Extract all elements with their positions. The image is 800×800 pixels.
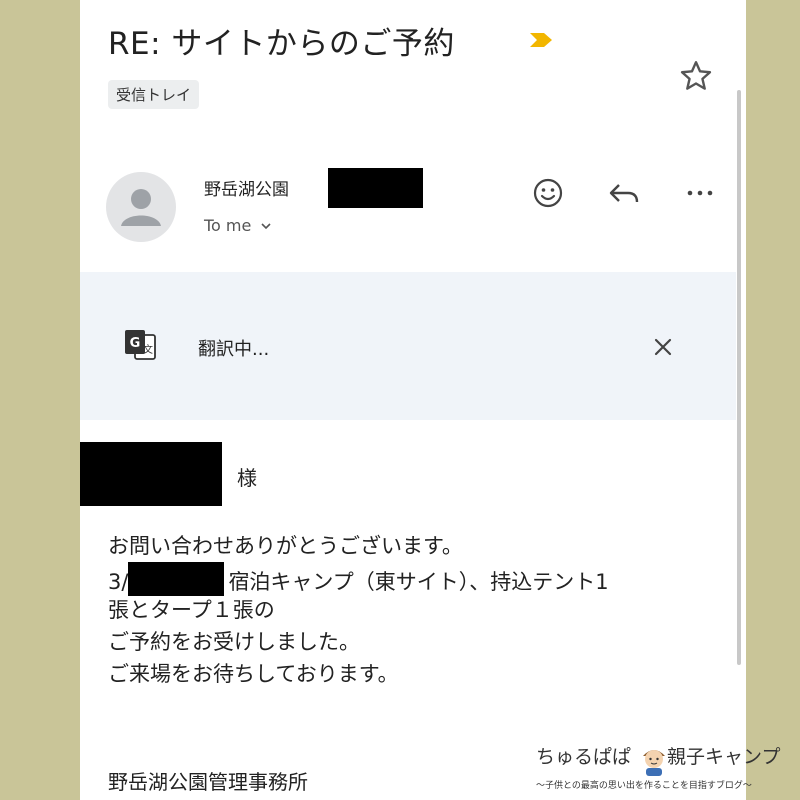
star-icon[interactable] — [678, 58, 714, 94]
sender-name: 野岳湖公園 — [204, 180, 289, 200]
recipient-line: To me — [204, 216, 252, 235]
watermark-title-right: 親子キャンプ — [667, 746, 781, 768]
recipient-honorific: 様 — [237, 466, 257, 490]
message-line: お問い合わせありがとうございます。 — [108, 534, 463, 558]
svg-text:G: G — [130, 336, 141, 351]
message-line: 張とタープ１張の — [108, 598, 275, 622]
date-prefix: 3/ — [108, 570, 129, 594]
watermark-subtitle: ～子供との最高の思い出を作ることを目指すブログ～ — [536, 781, 752, 791]
translation-status: 翻訳中... — [198, 339, 270, 360]
watermark-title-left: ちゅるぱぱ — [536, 746, 632, 768]
message-line: ご予約をお受けしました。 — [108, 630, 360, 654]
inbox-label-chip[interactable]: 受信トレイ — [108, 80, 200, 109]
close-icon[interactable] — [648, 332, 678, 362]
email-subject: RE: サイトからのご予約 — [108, 26, 455, 62]
blog-watermark: ちゅるぱぱ 親子キャンプ ～子供との最高の思い出を作ることを目指すブログ～ — [536, 742, 798, 800]
recipient-details-toggle[interactable]: To me — [204, 216, 273, 235]
message-line: 3/宿泊キャンプ（東サイト）、持込テント1 — [108, 562, 728, 596]
signature: 野岳湖公園管理事務所 — [108, 770, 308, 794]
reservation-detail: 宿泊キャンプ（東サイト）、持込テント1 — [228, 570, 609, 594]
message-body: お問い合わせありがとうございます。 3/宿泊キャンプ（東サイト）、持込テント1 … — [108, 530, 728, 690]
message-line: ご来場をお待ちしております。 — [108, 662, 399, 686]
chevron-down-icon — [261, 222, 271, 229]
svg-text:文: 文 — [143, 343, 153, 356]
scrollbar[interactable] — [737, 90, 741, 665]
translate-icon[interactable]: G 文 — [122, 327, 158, 363]
redaction-box — [128, 562, 225, 596]
emoji-react-icon[interactable] — [528, 173, 568, 213]
redaction-box — [80, 442, 222, 506]
importance-marker-icon[interactable] — [528, 31, 554, 49]
mascot-icon — [643, 750, 665, 776]
reply-icon[interactable] — [604, 173, 644, 213]
more-options-icon[interactable] — [680, 173, 720, 213]
translation-banner: G 文 翻訳中... — [80, 272, 736, 420]
redaction-box — [328, 168, 423, 208]
person-avatar-icon[interactable] — [106, 172, 176, 242]
email-screen: RE: サイトからのご予約 受信トレイ 野岳湖公園 To me G 文 翻訳中.… — [80, 0, 746, 800]
